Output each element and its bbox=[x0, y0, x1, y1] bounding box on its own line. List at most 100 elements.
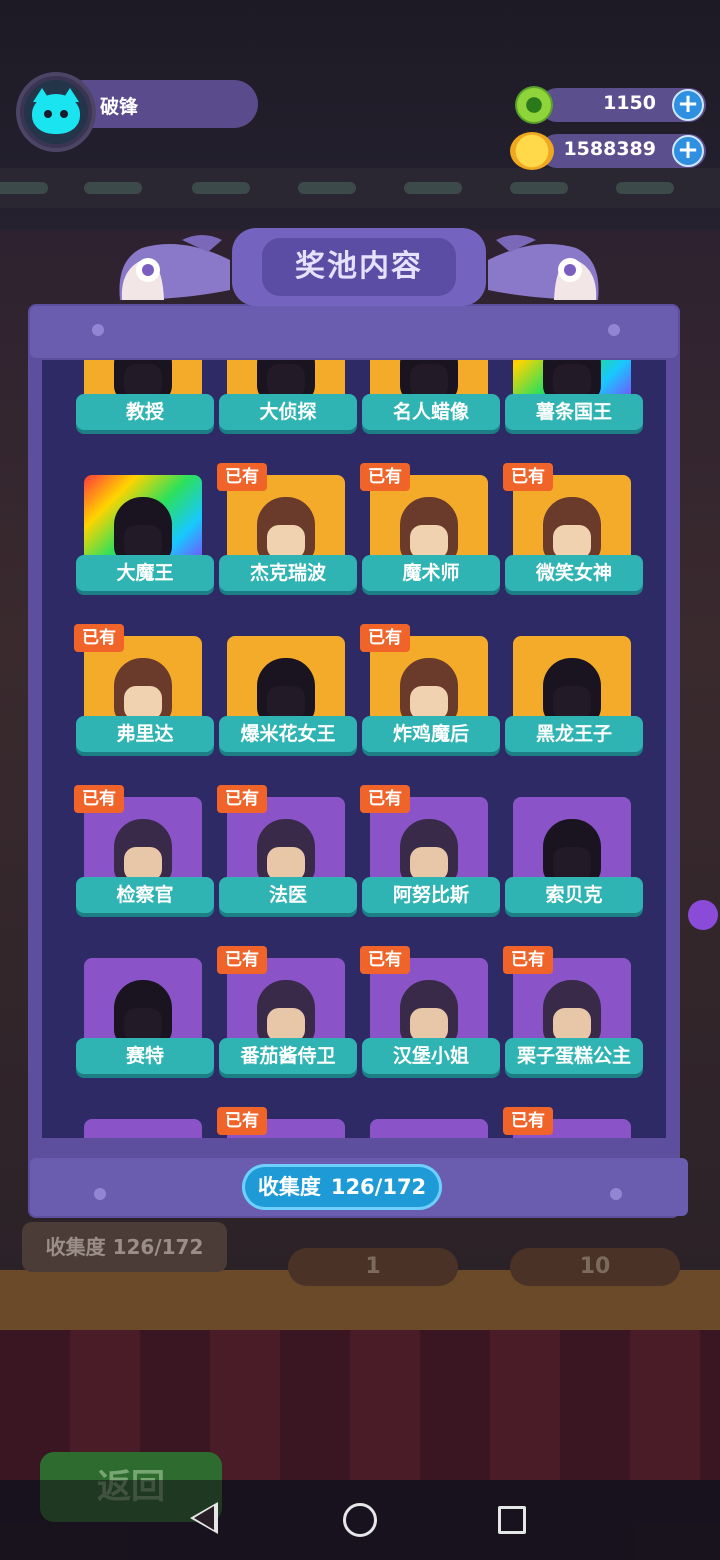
character-card[interactable]: 大魔王 bbox=[74, 475, 216, 605]
nav-back-icon-inner bbox=[194, 1506, 214, 1530]
character-card[interactable]: 赛特 bbox=[74, 958, 216, 1088]
character-face-icon bbox=[124, 847, 162, 881]
owned-badge: 已有 bbox=[503, 1107, 553, 1135]
background-collection-label: 收集度 bbox=[45, 1235, 106, 1259]
card-frame bbox=[84, 1119, 202, 1138]
rail-dash bbox=[0, 182, 48, 194]
owned-badge: 已有 bbox=[217, 785, 267, 813]
character-name: 薯条国王 bbox=[505, 394, 643, 430]
character-face-icon bbox=[410, 1008, 448, 1042]
character-card[interactable]: 魔术师 已有 bbox=[360, 463, 502, 605]
owned-badge: 已有 bbox=[503, 946, 553, 974]
character-name: 法医 bbox=[219, 877, 357, 913]
green-coin-icon bbox=[515, 86, 553, 124]
character-card[interactable]: 汉堡小姐 已有 bbox=[360, 946, 502, 1088]
character-card[interactable]: 已有 bbox=[217, 1107, 359, 1138]
fish-decoration-icon bbox=[119, 235, 230, 300]
rail-dash bbox=[192, 182, 250, 194]
nav-recents-icon[interactable] bbox=[498, 1506, 526, 1534]
character-card[interactable]: 弗里达 已有 bbox=[74, 624, 216, 766]
currency-bar-gold: 1588389 + bbox=[540, 134, 706, 168]
character-card[interactable]: 杰克瑞波 已有 bbox=[217, 463, 359, 605]
character-name: 教授 bbox=[76, 394, 214, 430]
character-card[interactable]: 已有 bbox=[503, 1107, 645, 1138]
character-face-icon bbox=[553, 525, 591, 559]
character-name: 汉堡小姐 bbox=[362, 1038, 500, 1074]
rail-dash bbox=[404, 182, 462, 194]
character-name: 魔术师 bbox=[362, 555, 500, 591]
character-card[interactable] bbox=[74, 1119, 216, 1138]
character-card[interactable]: 黑龙王子 bbox=[503, 636, 645, 766]
add-currency-button[interactable]: + bbox=[672, 89, 704, 121]
rail-dash bbox=[298, 182, 356, 194]
owned-badge: 已有 bbox=[217, 463, 267, 491]
card-frame bbox=[370, 1119, 488, 1138]
character-name: 大侦探 bbox=[219, 394, 357, 430]
character-name: 杰克瑞波 bbox=[219, 555, 357, 591]
character-name: 炸鸡魔后 bbox=[362, 716, 500, 752]
character-name: 弗里达 bbox=[76, 716, 214, 752]
character-card[interactable]: 爆米花女王 bbox=[217, 636, 359, 766]
collection-label: 收集度 bbox=[257, 1175, 321, 1199]
character-face-icon bbox=[267, 1008, 305, 1042]
rail-dash bbox=[616, 182, 674, 194]
rail-dash bbox=[510, 182, 568, 194]
conveyor-rail bbox=[0, 168, 720, 208]
character-face-icon bbox=[410, 525, 448, 559]
owned-badge: 已有 bbox=[360, 946, 410, 974]
character-card[interactable]: 检察官 已有 bbox=[74, 785, 216, 927]
owned-badge: 已有 bbox=[360, 624, 410, 652]
character-name: 阿努比斯 bbox=[362, 877, 500, 913]
character-card[interactable]: 法医 已有 bbox=[217, 785, 359, 927]
character-face-icon bbox=[124, 1008, 162, 1042]
character-name: 大魔王 bbox=[76, 555, 214, 591]
pickle-value: 10 bbox=[579, 1254, 611, 1279]
character-card[interactable]: 名人蜡像 bbox=[360, 360, 502, 444]
character-card[interactable]: 栗子蛋糕公主 已有 bbox=[503, 946, 645, 1088]
collection-progress: 收集度 126/172 bbox=[242, 1164, 442, 1210]
character-name: 赛特 bbox=[76, 1038, 214, 1074]
character-card[interactable]: 大侦探 bbox=[217, 360, 359, 444]
fish-decoration-icon bbox=[488, 235, 599, 300]
character-face-icon bbox=[410, 847, 448, 881]
owned-badge: 已有 bbox=[74, 785, 124, 813]
player-name: 破锋 bbox=[100, 96, 139, 118]
character-card[interactable]: 阿努比斯 已有 bbox=[360, 785, 502, 927]
character-card[interactable]: 番茄酱侍卫 已有 bbox=[217, 946, 359, 1088]
character-card[interactable]: 炸鸡魔后 已有 bbox=[360, 624, 502, 766]
avatar[interactable] bbox=[24, 80, 88, 144]
character-card[interactable]: 薯条国王 bbox=[503, 360, 645, 444]
character-card[interactable]: 微笑女神 已有 bbox=[503, 463, 645, 605]
owned-badge: 已有 bbox=[74, 624, 124, 652]
currency-value: 1150 bbox=[603, 92, 656, 114]
owned-badge: 已有 bbox=[217, 946, 267, 974]
card-grid[interactable]: 教授 大侦探 名人蜡像 薯条国王 大魔王 杰克瑞波 已有 魔术师 已有 微笑女神 已有 弗里达 已有 爆米… bbox=[42, 360, 666, 1138]
panel-top-bar bbox=[30, 306, 678, 358]
character-face-icon bbox=[553, 1008, 591, 1042]
card-grid-area[interactable]: 教授 大侦探 名人蜡像 薯条国王 大魔王 杰克瑞波 已有 魔术师 已有 微笑女神 已有 弗里达 已有 爆米… bbox=[42, 360, 666, 1138]
character-face-icon bbox=[124, 686, 162, 720]
character-face-icon bbox=[267, 525, 305, 559]
character-face-icon bbox=[124, 364, 162, 398]
character-name: 番茄酱侍卫 bbox=[219, 1038, 357, 1074]
collection-value: 126/172 bbox=[330, 1175, 427, 1199]
currency-bar-green: 1150 + bbox=[540, 88, 706, 122]
owned-badge: 已有 bbox=[360, 463, 410, 491]
nav-home-icon[interactable] bbox=[343, 1503, 377, 1537]
character-face-icon bbox=[410, 686, 448, 720]
character-card[interactable] bbox=[360, 1119, 502, 1138]
currency-value: 1588389 bbox=[563, 138, 656, 160]
character-face-icon bbox=[267, 686, 305, 720]
character-card[interactable]: 教授 bbox=[74, 360, 216, 444]
add-currency-button[interactable]: + bbox=[672, 135, 704, 167]
character-face-icon bbox=[124, 525, 162, 559]
character-face-icon bbox=[410, 364, 448, 398]
character-name: 名人蜡像 bbox=[362, 394, 500, 430]
owned-badge: 已有 bbox=[360, 785, 410, 813]
character-face-icon bbox=[267, 364, 305, 398]
character-face-icon bbox=[553, 847, 591, 881]
background-collection-value: 126/172 bbox=[112, 1235, 204, 1259]
character-card[interactable]: 索贝克 bbox=[503, 797, 645, 927]
pickle-value: 1 bbox=[365, 1254, 381, 1279]
character-face-icon bbox=[553, 686, 591, 720]
